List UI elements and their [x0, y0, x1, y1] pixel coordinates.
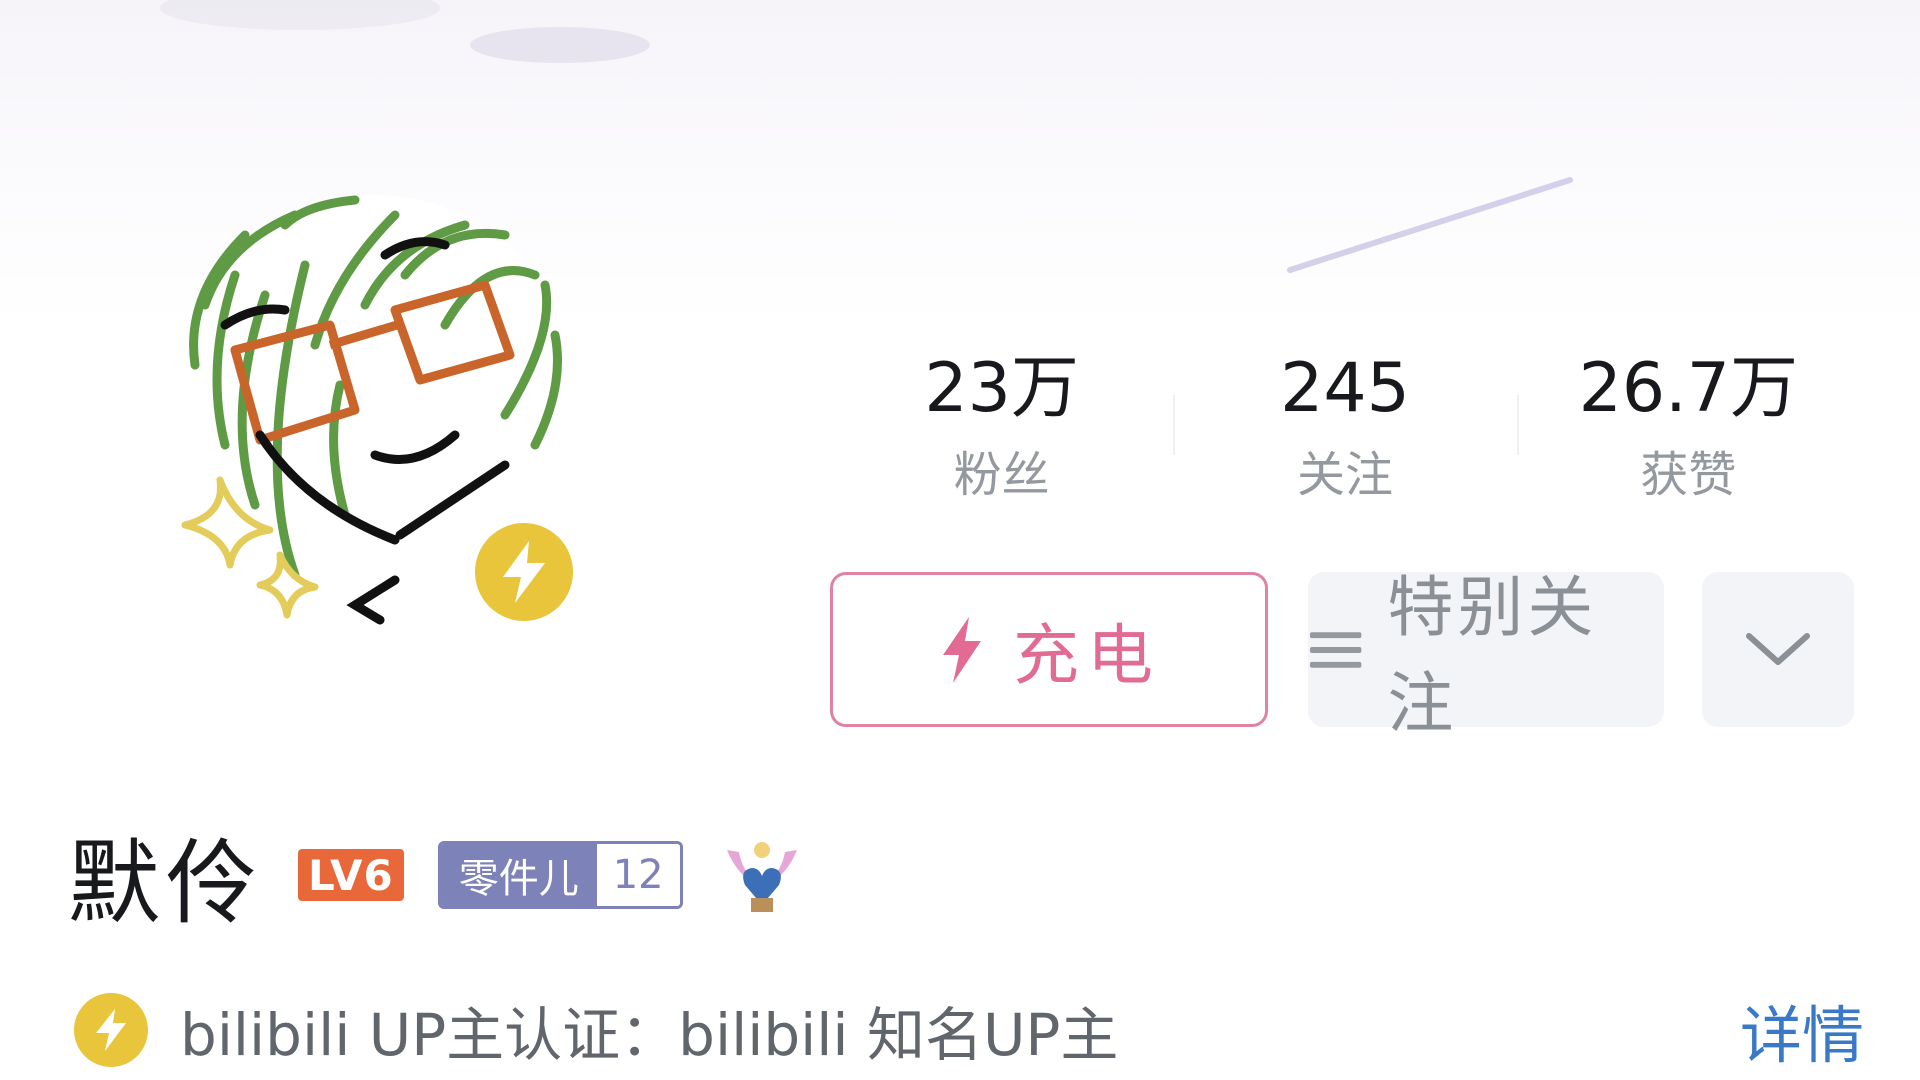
verification-row: bilibili UP主认证：bilibili 知名UP主 详情: [74, 990, 1864, 1072]
lightning-badge-icon: [74, 993, 148, 1067]
fan-medal-level: 12: [596, 844, 680, 906]
username: 默伶: [68, 829, 265, 937]
user-name-row: 默伶 LV6 零件儿 12: [68, 820, 807, 937]
fan-medal-name: 零件儿: [440, 844, 597, 906]
chevron-down-icon: [1746, 632, 1810, 665]
stat-following-label: 关注: [1296, 447, 1393, 503]
lightning-icon: [96, 1009, 126, 1051]
stat-likes-label: 获赞: [1640, 447, 1737, 503]
stat-fans[interactable]: 23万 粉丝: [830, 349, 1173, 503]
stat-likes-value: 26.7万: [1578, 349, 1799, 428]
details-link[interactable]: 详情: [1740, 985, 1864, 1075]
fan-medal[interactable]: 零件儿 12: [437, 841, 683, 909]
special-follow-label: 特别关注: [1387, 568, 1598, 742]
lightning-icon: [943, 616, 981, 683]
follow-options-button[interactable]: [1702, 572, 1854, 727]
verification-text: bilibili UP主认证：bilibili 知名UP主: [180, 1001, 1119, 1069]
avatar-charge-badge: [470, 518, 578, 626]
stat-fans-label: 粉丝: [953, 447, 1050, 503]
stat-following-value: 245: [1280, 349, 1410, 428]
stat-following[interactable]: 245 关注: [1173, 355, 1516, 499]
stat-likes[interactable]: 26.7万 获赞: [1516, 349, 1860, 503]
charge-button-label: 充电: [1013, 616, 1161, 694]
level-badge: LV6: [298, 849, 404, 901]
stat-fans-value: 23万: [924, 349, 1079, 428]
winged-heart-icon[interactable]: [717, 830, 807, 920]
charge-button[interactable]: 充电: [830, 572, 1268, 727]
profile-page: 23万 粉丝 245 关注 26.7万 获赞 充电 特别关注 默伶 LV6 零件…: [0, 0, 1920, 1080]
special-follow-button[interactable]: 特别关注: [1308, 569, 1664, 742]
stats-bar: 23万 粉丝 245 关注 26.7万 获赞: [830, 349, 1860, 503]
lightning-icon: [503, 541, 545, 603]
menu-lines-icon: [1309, 631, 1362, 668]
